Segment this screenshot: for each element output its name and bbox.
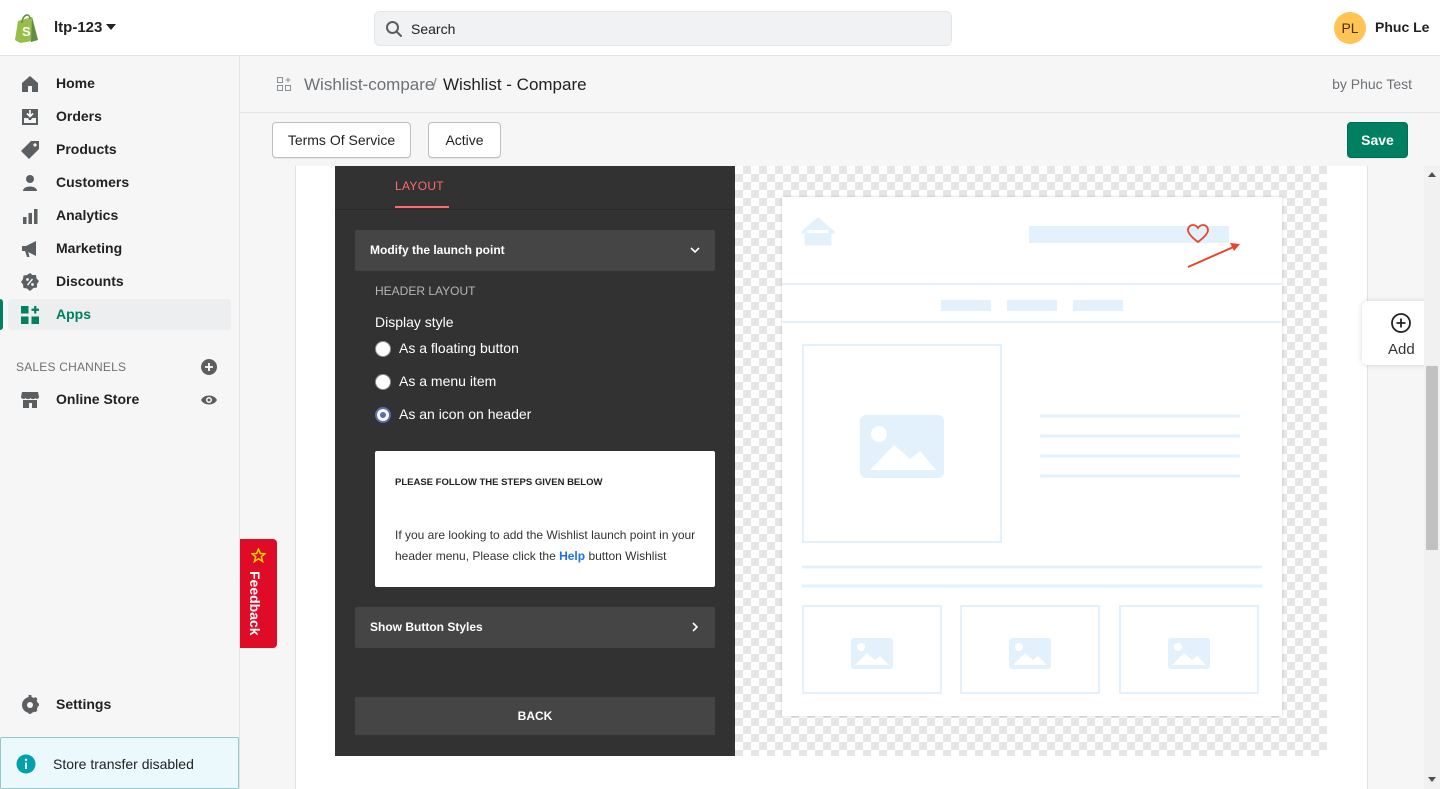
info-icon: [16, 754, 36, 774]
radio-input[interactable]: [375, 374, 391, 390]
radio-label: As an icon on header: [399, 406, 532, 422]
arrow-icon: [1187, 243, 1240, 268]
megaphone-icon: [22, 241, 36, 257]
star-icon: [251, 548, 266, 563]
scroll-down-icon[interactable]: [1428, 777, 1436, 782]
sidebar-item-label: Orders: [56, 108, 102, 124]
sidebar-item-settings[interactable]: Settings: [8, 689, 231, 720]
feedback-label: Feedback: [247, 571, 263, 636]
launch-point-accordion[interactable]: Modify the launch point: [355, 230, 715, 271]
radio-label: As a floating button: [399, 340, 519, 356]
accordion-label: Show Button Styles: [370, 620, 483, 634]
page-header: Wishlist-compare / Wishlist - Compare by…: [240, 56, 1440, 113]
instructions-text-end: button Wishlist: [585, 549, 667, 563]
back-button[interactable]: BACK: [355, 697, 715, 735]
scrollbar-thumb[interactable]: [1426, 366, 1438, 550]
avatar[interactable]: PL: [1334, 12, 1366, 44]
top-bar: S ltp-123 PL Phuc Le: [0, 0, 1440, 56]
svg-text:S: S: [22, 24, 31, 39]
instructions-card: PLEASE FOLLOW THE STEPS GIVEN BELOW If y…: [375, 451, 715, 587]
sidebar-item-apps[interactable]: Apps: [0, 299, 231, 330]
instructions-text: If you are looking to add the Wishlist l…: [395, 525, 705, 567]
sidebar-item-label: Discounts: [56, 273, 124, 289]
sidebar-item-analytics[interactable]: Analytics: [8, 200, 231, 231]
search-input[interactable]: [411, 12, 931, 45]
sidebar-item-customers[interactable]: Customers: [8, 167, 231, 198]
sidebar-item-online-store[interactable]: Online Store: [8, 384, 231, 415]
add-circle-icon: [1391, 313, 1411, 333]
storefront-mockup: [782, 197, 1282, 716]
add-label: Add: [1388, 341, 1415, 358]
sidebar-item-label: Apps: [56, 306, 91, 322]
sidebar-item-label: Products: [56, 141, 117, 157]
sidebar-item-label: Marketing: [56, 240, 123, 256]
editor-panel: LAYOUT Modify the launch point HEADER LA…: [335, 166, 735, 756]
user-name[interactable]: Phuc Le: [1375, 19, 1429, 35]
instructions-title: PLEASE FOLLOW THE STEPS GIVEN BELOW: [395, 477, 603, 488]
button-styles-accordion[interactable]: Show Button Styles: [355, 607, 715, 648]
shopify-logo-icon[interactable]: S: [14, 13, 40, 43]
apps-icon: [277, 77, 291, 91]
tab-layout[interactable]: LAYOUT: [395, 179, 444, 193]
sidebar-item-label: Online Store: [56, 391, 140, 407]
radio-floating-button[interactable]: As a floating button: [375, 338, 675, 360]
save-button[interactable]: Save: [1347, 122, 1408, 158]
scroll-up-icon[interactable]: [1428, 172, 1436, 177]
app-toolbar: Terms Of Service Active Save: [240, 113, 1440, 166]
terms-of-service-button[interactable]: Terms Of Service: [272, 122, 411, 158]
display-style-label: Display style: [375, 314, 454, 330]
radio-input[interactable]: [375, 407, 391, 423]
person-icon: [23, 175, 37, 191]
tab-divider: [335, 209, 735, 210]
sidebar-item-label: Customers: [56, 174, 130, 190]
radio-menu-item[interactable]: As a menu item: [375, 371, 675, 393]
page-title: Wishlist - Compare: [443, 75, 587, 94]
help-link[interactable]: Help: [559, 549, 585, 563]
store-transfer-banner[interactable]: Store transfer disabled: [0, 737, 239, 789]
radio-icon-on-header[interactable]: As an icon on header: [375, 404, 675, 426]
store-transfer-label: Store transfer disabled: [53, 756, 194, 772]
active-button[interactable]: Active: [428, 122, 501, 158]
store-name[interactable]: ltp-123: [54, 19, 102, 36]
sidebar-item-marketing[interactable]: Marketing: [8, 233, 231, 264]
header-layout-label: HEADER LAYOUT: [375, 284, 476, 298]
sidebar-item-discounts[interactable]: Discounts: [8, 266, 231, 297]
apps-icon: [21, 306, 39, 324]
preview-canvas: [735, 166, 1327, 756]
discount-icon: [21, 273, 39, 291]
chevron-right-icon: [692, 622, 699, 632]
gear-icon: [22, 695, 39, 714]
sidebar-item-label: Settings: [56, 696, 112, 712]
sidebar-item-label: Home: [56, 75, 95, 91]
radio-input[interactable]: [375, 341, 391, 357]
eye-icon[interactable]: [200, 391, 218, 409]
radio-label: As a menu item: [399, 373, 497, 389]
sidebar-item-orders[interactable]: Orders: [8, 101, 231, 132]
caret-down-icon[interactable]: [106, 24, 116, 30]
tag-icon: [21, 141, 39, 159]
accordion-label: Modify the launch point: [370, 243, 505, 257]
sales-channels-title: SALES CHANNELS: [16, 360, 127, 374]
add-circle-icon[interactable]: [200, 358, 218, 376]
scrollbar[interactable]: [1424, 166, 1440, 789]
chevron-down-icon: [690, 247, 700, 254]
home-icon: [22, 76, 38, 92]
bar-chart-icon: [23, 209, 38, 224]
app-developer: by Phuc Test: [1332, 76, 1412, 92]
orders-icon: [22, 109, 38, 125]
search-bar[interactable]: [374, 11, 952, 46]
breadcrumb-parent[interactable]: Wishlist-compare: [304, 75, 434, 95]
sidebar-item-products[interactable]: Products: [8, 134, 231, 165]
sidebar: Home Orders Products Customers Analytics…: [0, 56, 240, 789]
sidebar-item-home[interactable]: Home: [8, 68, 231, 99]
store-icon: [21, 392, 39, 408]
tab-active-indicator: [395, 206, 449, 208]
sidebar-item-label: Analytics: [56, 207, 119, 223]
search-icon: [386, 21, 402, 37]
feedback-tab[interactable]: Feedback: [240, 539, 277, 648]
breadcrumb-separator: /: [432, 75, 437, 94]
